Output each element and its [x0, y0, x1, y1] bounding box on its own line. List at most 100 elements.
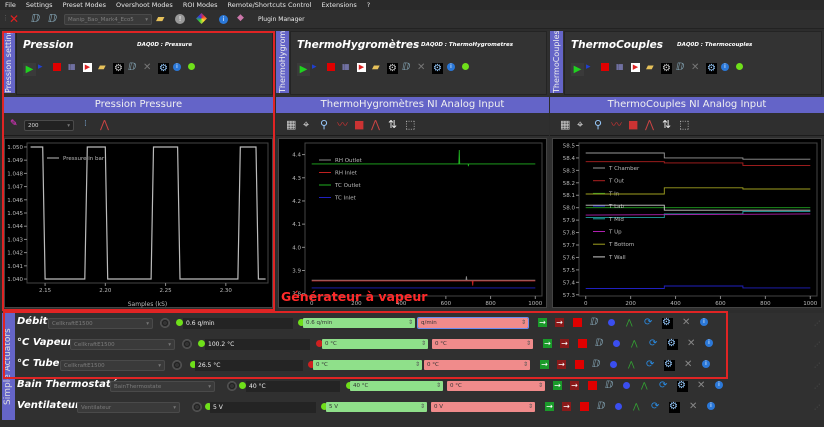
refresh-icon[interactable]: ⟳	[644, 318, 653, 328]
connect-knob-icon[interactable]	[182, 339, 192, 349]
info-icon[interactable]: i	[707, 402, 715, 410]
home-icon[interactable]	[615, 403, 622, 410]
setpoint-spinbox[interactable]: 0 °C	[447, 381, 545, 391]
plot-icon[interactable]: ⋀	[633, 402, 642, 411]
log-icon[interactable]: ⅅ	[595, 339, 604, 349]
target-value-spinbox[interactable]: 40 °C	[350, 381, 443, 391]
device-select[interactable]: CellkraftE1500	[60, 360, 165, 371]
move-abs-icon[interactable]: →	[545, 402, 554, 411]
refresh-icon[interactable]: ⟳	[649, 339, 658, 349]
record-icon[interactable]: ▶	[631, 63, 640, 72]
table-icon[interactable]: ▦	[286, 119, 296, 130]
stop-icon[interactable]	[578, 339, 587, 348]
open-folder-icon[interactable]: ▰	[646, 63, 654, 73]
connect-knob-icon[interactable]	[227, 381, 237, 391]
help-gear-icon[interactable]: ⚙	[706, 63, 717, 74]
close-icon[interactable]: ✕	[687, 339, 696, 349]
settings-gear-icon[interactable]: ⚙	[669, 402, 680, 413]
roi-icon[interactable]: 〰	[337, 119, 348, 130]
move-rel-icon[interactable]: →	[557, 360, 566, 369]
close-icon[interactable]: ✕	[691, 63, 699, 73]
table-icon[interactable]: ▦	[560, 119, 570, 130]
settings-hw-icon[interactable]: ▦	[616, 63, 624, 71]
menu-file[interactable]: File	[5, 0, 16, 10]
plot-icon[interactable]: ⋀	[626, 318, 635, 327]
stop-icon[interactable]	[53, 63, 61, 71]
menu-settings[interactable]: Settings	[26, 0, 53, 10]
step-icon[interactable]: ▸	[38, 63, 43, 72]
config-gear-icon[interactable]: ⚙	[661, 63, 672, 74]
home-icon[interactable]	[613, 340, 620, 347]
open-folder-icon[interactable]: ▰	[372, 63, 380, 73]
move-abs-icon[interactable]: →	[540, 360, 549, 369]
log-icon[interactable]: ⅅ	[676, 63, 684, 73]
setpoint-spinbox[interactable]: 0 °C	[424, 360, 530, 370]
target-value-spinbox[interactable]: 0.6 q/min	[303, 318, 415, 328]
log-icon[interactable]: ⅅ	[597, 402, 606, 412]
peak-icon[interactable]: ⋀	[371, 119, 380, 130]
snapshot-icon[interactable]: ■	[354, 119, 364, 130]
help-gear-icon[interactable]: ⚙	[432, 63, 443, 74]
close-icon[interactable]: ✕	[417, 63, 425, 73]
device-select[interactable]: CellkraftE1500	[48, 318, 153, 329]
target-value-spinbox[interactable]: 0 °C	[313, 360, 422, 370]
help-gear-icon[interactable]: ⚙	[158, 63, 169, 74]
roi-icon[interactable]: 〰	[611, 119, 622, 130]
plot-icon[interactable]	[196, 13, 207, 24]
refresh-icon[interactable]: ⟳	[646, 360, 655, 370]
target-value-spinbox[interactable]: 5 V	[326, 402, 427, 412]
eraser-icon[interactable]: ✎	[10, 120, 18, 129]
plot-icon[interactable]: ⋀	[641, 381, 650, 390]
warning-icon[interactable]: !	[175, 14, 185, 24]
info-icon[interactable]: i	[715, 381, 723, 389]
stop-icon[interactable]	[580, 402, 589, 411]
select-icon[interactable]: ⬚	[679, 119, 689, 130]
close-icon[interactable]: ✕	[143, 63, 151, 73]
play-icon[interactable]: ▶	[571, 63, 584, 76]
move-abs-icon[interactable]: →	[538, 318, 547, 327]
stop-icon[interactable]	[575, 360, 584, 369]
info-icon[interactable]: i	[702, 360, 710, 368]
log-icon[interactable]: ⅅ	[592, 360, 601, 370]
target-value-spinbox[interactable]: 0 °C	[322, 339, 428, 349]
move-abs-icon[interactable]: →	[543, 339, 552, 348]
refresh-icon[interactable]: ⟳	[659, 381, 668, 391]
move-rel-icon[interactable]: →	[555, 318, 564, 327]
refresh-icon[interactable]: ⟳	[651, 402, 660, 412]
config-gear-icon[interactable]: ⚙	[113, 63, 124, 74]
plot-icon[interactable]: ⋀	[631, 339, 640, 348]
panel-settings-tab[interactable]: ThermoCouples settings	[550, 31, 563, 93]
stop-icon[interactable]	[327, 63, 335, 71]
close-icon[interactable]: ✕	[682, 318, 691, 328]
home-icon[interactable]	[623, 382, 630, 389]
zoom-icon[interactable]: ⚲	[320, 119, 328, 130]
crosshair-icon[interactable]: ⌖	[303, 119, 309, 130]
status-led-icon[interactable]	[188, 63, 195, 70]
info-icon[interactable]: i	[700, 318, 708, 326]
setpoint-spinbox[interactable]: 0 °C	[432, 339, 533, 349]
settings-gear-icon[interactable]: ⚙	[664, 360, 675, 371]
setpoint-spinbox[interactable]: 0 V	[431, 402, 535, 412]
play-icon[interactable]: ▶	[23, 63, 36, 76]
peak-icon[interactable]: ⋀	[100, 119, 109, 130]
settings-hw-icon[interactable]: ▦	[342, 63, 350, 71]
connect-knob-icon[interactable]	[160, 318, 170, 328]
home-icon[interactable]	[610, 361, 617, 368]
move-rel-icon[interactable]: →	[562, 402, 571, 411]
config-gear-icon[interactable]: ⚙	[387, 63, 398, 74]
settings-gear-icon[interactable]: ⚙	[667, 339, 678, 350]
stop-icon[interactable]	[601, 63, 609, 71]
stop-icon[interactable]	[573, 318, 582, 327]
panel-settings-tab[interactable]: Pression settings	[2, 31, 15, 93]
status-led-icon[interactable]	[462, 63, 469, 70]
preset-select[interactable]: Manip_Bao_Mark4_Eco5	[64, 14, 152, 25]
settings-gear-icon[interactable]: ⚙	[662, 318, 673, 329]
info-icon[interactable]: i	[721, 63, 729, 71]
log-icon[interactable]: ⅅ	[590, 318, 599, 328]
info-icon[interactable]: i	[173, 63, 181, 71]
device-select[interactable]: BainThermostate	[110, 381, 215, 392]
close-icon[interactable]: ✕	[689, 402, 698, 412]
record-icon[interactable]: ▶	[83, 63, 92, 72]
settings-hw-icon[interactable]: ▦	[68, 63, 76, 71]
menu-preset-modes[interactable]: Preset Modes	[63, 0, 106, 10]
